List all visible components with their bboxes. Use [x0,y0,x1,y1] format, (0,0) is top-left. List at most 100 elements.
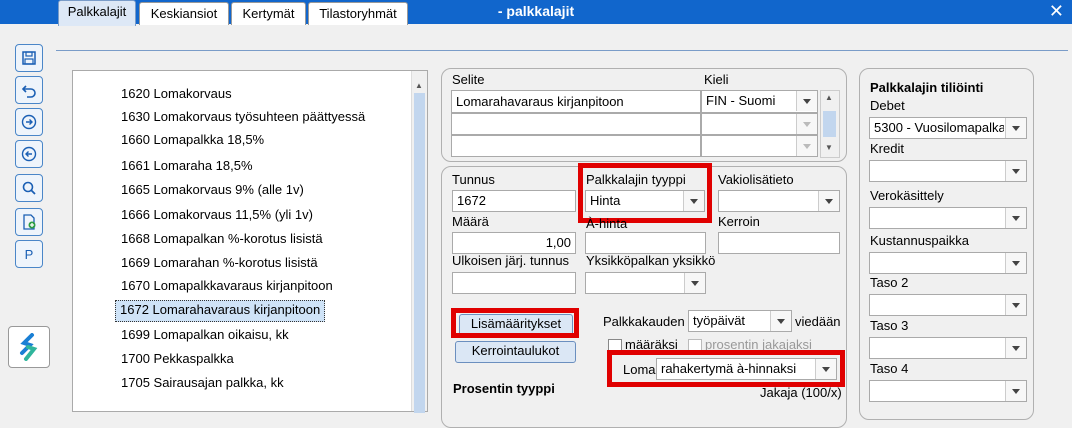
chevron-down-icon[interactable] [1005,161,1026,181]
chevron-down-icon[interactable] [796,114,817,134]
kieli-select-empty[interactable] [701,135,818,157]
taso4-label: Taso 4 [870,361,909,376]
search-button[interactable] [15,174,43,202]
tunnus-field[interactable]: 1672 [452,190,576,212]
list-item[interactable]: 1661 Lomaraha 18,5% [117,156,257,176]
kredit-label: Kredit [870,141,904,156]
selite-field-empty[interactable] [451,113,701,135]
chevron-down-icon[interactable] [818,191,839,211]
chevron-down-icon[interactable] [770,311,791,331]
palkkakauden-label: Palkkakauden [603,314,685,329]
kredit-select[interactable] [869,160,1027,182]
arrow-left-circle-icon [21,146,37,162]
kieli-value: FIN - Suomi [706,93,776,108]
palkkalaji-list[interactable]: 1620 Lomakorvaus 1630 Lomakorvaus työsuh… [72,70,428,413]
p-button[interactable]: P [15,240,43,268]
taso2-label: Taso 2 [870,275,909,290]
list-scrollbar[interactable]: ▲ [411,71,427,413]
arrow-right-circle-icon [21,114,37,130]
list-item[interactable]: 1700 Pekkaspalkka [117,349,238,369]
yksikko-label: Yksikköpalkan yksikkö [586,253,716,268]
debet-value: 5300 - Vuosilomapalkat [874,120,1004,135]
add-button[interactable] [15,208,43,236]
ulkoisen-label: Ulkoisen järj. tunnus [452,253,570,268]
chevron-down-icon[interactable] [1005,381,1026,401]
list-item[interactable]: 1666 Lomakorvaus 11,5% (yli 1v) [117,205,317,225]
ahinta-field[interactable] [585,232,706,254]
list-item[interactable]: 1668 Lomapalkan %-korotus lisistä [117,229,327,249]
tab-kertymat[interactable]: Kertymät [231,2,306,25]
list-item[interactable]: 1620 Lomakorvaus [117,84,236,104]
taso3-select[interactable] [869,337,1027,359]
list-item-selected[interactable]: 1672 Lomarahavaraus kirjanpitoon [115,300,326,322]
debet-select[interactable]: 5300 - Vuosilomapalkat [869,117,1027,139]
list-item[interactable]: 1669 Lomarahan %-korotus lisistä [117,253,322,273]
kieli-select[interactable]: FIN - Suomi [701,90,818,113]
taso2-select[interactable] [869,294,1027,316]
vakio-label: Vakiolisätieto [718,172,794,187]
selite-field[interactable]: Lomarahavaraus kirjanpitoon [451,90,701,113]
undo-icon [21,85,36,98]
maara-field[interactable]: 1,00 [452,232,576,254]
kustannuspaikka-label: Kustannuspaikka [870,233,970,248]
highlight-tyyppi [578,163,712,223]
chevron-down-icon[interactable] [1005,295,1026,315]
tab-keskiansiot[interactable]: Keskiansiot [139,2,229,25]
search-icon [22,181,36,195]
next-button[interactable] [15,108,43,136]
highlight-loma [607,350,845,387]
previous-button[interactable] [15,140,43,168]
viedaan-label: viedään [795,314,841,329]
maara-label: Määrä [452,214,489,229]
palkkakauden-value: työpäivät [693,313,746,328]
tab-tilastoryhmat[interactable]: Tilastoryhmät [308,2,408,25]
close-icon[interactable]: ✕ [1049,1,1064,22]
kustannuspaikka-select[interactable] [869,252,1027,274]
description-scrollbar[interactable]: ▲ ▼ [820,90,840,158]
chevron-down-icon[interactable] [1005,338,1026,358]
scroll-down-icon[interactable]: ▼ [825,143,833,152]
list-item[interactable]: 1630 Lomakorvaus työsuhteen päättyessä [117,107,369,127]
scroll-up-icon[interactable]: ▲ [415,81,423,90]
scroll-thumb[interactable] [414,93,425,413]
chevron-down-icon[interactable] [684,273,705,293]
chevron-down-icon[interactable] [1005,253,1026,273]
scroll-up-icon[interactable]: ▲ [825,93,833,102]
kieli-header: Kieli [704,72,729,87]
kieli-select-empty[interactable] [701,113,818,135]
taso3-label: Taso 3 [870,318,909,333]
kerroin-label: Kerroin [718,214,760,229]
taso4-select[interactable] [869,380,1027,402]
list-item[interactable]: 1699 Lomapalkan oikaisu, kk [117,325,293,345]
kerrointaulukot-button[interactable]: Kerrointaulukot [455,341,576,363]
yksikko-select[interactable] [585,272,706,294]
selite-field-empty[interactable] [451,135,701,157]
scroll-thumb[interactable] [823,111,836,137]
verokasittely-select[interactable] [869,207,1027,229]
selite-header: Selite [452,72,485,87]
chevron-down-icon[interactable] [1005,118,1026,138]
accounting-title: Palkkalajin tiliöinti [870,80,984,95]
vakio-select[interactable] [718,190,840,212]
debet-label: Debet [870,98,905,113]
undo-button[interactable] [15,76,43,104]
palkkakauden-select[interactable]: työpäivät [688,310,792,332]
app-logo-button[interactable] [8,326,50,368]
chevron-down-icon[interactable] [796,91,817,111]
chevron-down-icon[interactable] [1005,208,1026,228]
tab-palkkalajit[interactable]: Palkkalajit [58,0,136,26]
jakaja-label: Jakaja (100/x) [760,385,842,400]
save-button[interactable] [15,44,43,72]
add-document-icon [23,214,36,230]
app-logo-icon [20,333,38,361]
list-item[interactable]: 1670 Lomapalkkavaraus kirjanpitoon [117,276,337,296]
tunnus-label: Tunnus [452,172,495,187]
ahinta-label: À-hinta [586,216,628,231]
list-item[interactable]: 1660 Lomapalkka 18,5% [117,130,268,150]
chevron-down-icon[interactable] [796,136,817,156]
kerroin-field[interactable] [718,232,840,254]
list-item[interactable]: 1705 Sairausajan palkka, kk [117,373,288,393]
highlight-lisamaaritykset [451,308,579,338]
ulkoisen-field[interactable] [452,272,576,294]
list-item[interactable]: 1665 Lomakorvaus 9% (alle 1v) [117,180,308,200]
